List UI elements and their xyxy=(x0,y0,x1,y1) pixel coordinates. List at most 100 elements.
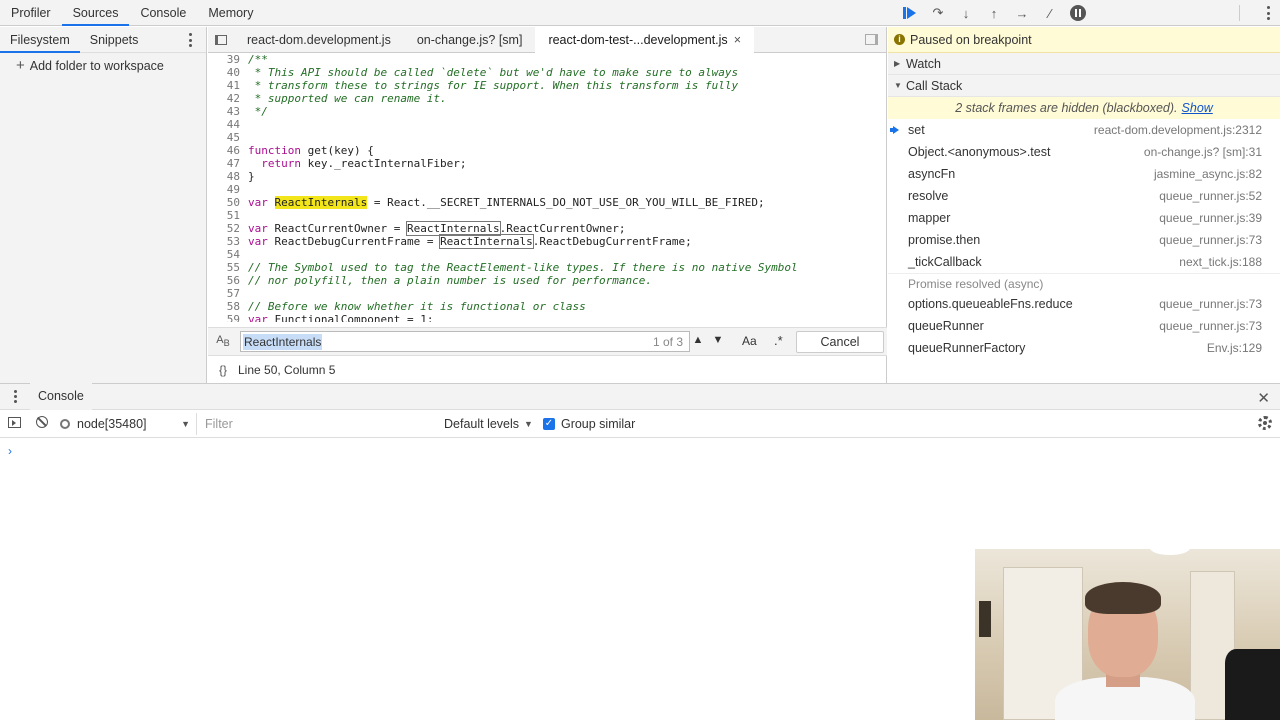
tab-sources[interactable]: Sources xyxy=(61,0,130,26)
frame-location[interactable]: react-dom.development.js:2312 xyxy=(1094,123,1262,137)
next-match-icon[interactable]: ▼ xyxy=(710,334,726,350)
file-tab-active[interactable]: react-dom-test-...development.js × xyxy=(535,26,754,53)
tab-profiler[interactable]: Profiler xyxy=(0,0,62,26)
step-over-icon[interactable]: ↷ xyxy=(924,0,952,26)
line-number[interactable]: 55 xyxy=(208,261,240,274)
frame-location[interactable]: queue_runner.js:52 xyxy=(1159,189,1262,203)
deactivate-breakpoints-icon[interactable]: ∕ xyxy=(1036,0,1064,26)
frame-location[interactable]: jasmine_async.js:82 xyxy=(1154,167,1262,181)
line-number[interactable]: 42 xyxy=(208,92,240,105)
search-input[interactable]: ReactInternals 1 of 3 xyxy=(240,331,690,352)
log-levels-dropdown[interactable]: Default levels ▼ xyxy=(444,417,533,431)
show-blackboxed-link[interactable]: Show xyxy=(1182,101,1213,115)
pause-on-exceptions-icon[interactable] xyxy=(1064,0,1092,26)
tab-filesystem[interactable]: Filesystem xyxy=(0,27,80,53)
toggle-navigator-icon[interactable] xyxy=(208,27,234,53)
tab-snippets[interactable]: Snippets xyxy=(80,27,149,53)
line-number[interactable]: 40 xyxy=(208,66,240,79)
resume-icon[interactable] xyxy=(896,0,924,26)
call-frame[interactable]: mapper queue_runner.js:39 xyxy=(888,207,1280,229)
console-filter-input[interactable]: Filter xyxy=(196,412,436,435)
line-number[interactable]: 57 xyxy=(208,287,240,300)
code-token: ReactDebugCurrentFrame = xyxy=(267,235,441,248)
line-number[interactable]: 51 xyxy=(208,209,240,222)
call-frame[interactable]: resolve queue_runner.js:52 xyxy=(888,185,1280,207)
clear-console-icon[interactable] xyxy=(28,416,56,431)
code-line: 48} xyxy=(208,170,887,183)
call-frame[interactable]: Object.<anonymous>.test on-change.js? [sm… xyxy=(888,141,1280,163)
cancel-search-button[interactable]: Cancel xyxy=(796,331,884,353)
replace-toggle-icon[interactable]: AB xyxy=(208,334,238,348)
tab-console[interactable]: Console xyxy=(129,0,197,26)
code-area[interactable]: 39/** 40 * This API should be called `del… xyxy=(208,53,887,322)
line-number[interactable]: 39 xyxy=(208,53,240,66)
show-sidebar-icon[interactable] xyxy=(0,416,28,431)
step-icon[interactable]: → xyxy=(1008,0,1036,26)
code-token: * supported we can rename it. xyxy=(248,92,447,105)
frame-location[interactable]: queue_runner.js:73 xyxy=(1159,319,1262,333)
current-frame-arrow-icon xyxy=(890,126,899,134)
line-number[interactable]: 43 xyxy=(208,105,240,118)
line-number[interactable]: 54 xyxy=(208,248,240,261)
close-tab-icon[interactable]: × xyxy=(734,33,741,47)
line-number[interactable]: 53 xyxy=(208,235,240,248)
group-similar-checkbox[interactable]: ✓ Group similar xyxy=(542,417,635,431)
regex-toggle[interactable]: .* xyxy=(774,333,783,348)
add-folder-label: Add folder to workspace xyxy=(29,59,164,73)
line-number[interactable]: 47 xyxy=(208,157,240,170)
console-prompt[interactable]: › xyxy=(8,444,12,458)
drawer-tab-console[interactable]: Console xyxy=(30,383,92,410)
code-text: /** xyxy=(248,53,268,66)
line-number[interactable]: 48 xyxy=(208,170,240,183)
console-settings-gear-icon[interactable] xyxy=(1258,416,1272,430)
previous-match-icon[interactable]: ▲ xyxy=(690,334,706,350)
call-frame-selected[interactable]: set react-dom.development.js:2312 xyxy=(888,119,1280,141)
file-tab[interactable]: on-change.js? [sm] xyxy=(404,27,536,53)
navigator-menu-icon[interactable] xyxy=(188,33,192,47)
call-frame[interactable]: options.queueableFns.reduce queue_runner.… xyxy=(888,293,1280,315)
frame-location[interactable]: Env.js:129 xyxy=(1207,341,1262,355)
line-number[interactable]: 58 xyxy=(208,300,240,313)
line-number[interactable]: 41 xyxy=(208,79,240,92)
line-number[interactable]: 50 xyxy=(208,196,240,209)
line-number[interactable]: 45 xyxy=(208,131,240,144)
call-frame[interactable]: queueRunner queue_runner.js:73 xyxy=(888,315,1280,337)
pretty-print-icon[interactable]: {} xyxy=(208,363,238,377)
close-drawer-icon[interactable]: ✕ xyxy=(1257,389,1270,407)
line-number[interactable]: 49 xyxy=(208,183,240,196)
line-number[interactable]: 56 xyxy=(208,274,240,287)
line-number[interactable]: 59 xyxy=(208,313,240,322)
code-line: 56 // nor polyfill, then a plain number i… xyxy=(208,274,887,287)
code-text: // Before we know whether it is function… xyxy=(248,300,586,313)
line-number[interactable]: 46 xyxy=(208,144,240,157)
call-frame[interactable]: asyncFn jasmine_async.js:82 xyxy=(888,163,1280,185)
frame-location[interactable]: on-change.js? [sm]:31 xyxy=(1144,145,1262,159)
step-out-icon[interactable]: ↑ xyxy=(980,0,1008,26)
call-stack-section-header[interactable]: ▼ Call Stack xyxy=(888,75,1280,97)
log-levels-label: Default levels xyxy=(444,416,520,431)
call-frame[interactable]: queueRunnerFactory Env.js:129 xyxy=(888,337,1280,359)
toggle-debugger-icon[interactable] xyxy=(865,34,878,45)
frame-location[interactable]: next_tick.js:188 xyxy=(1179,255,1262,269)
call-frame[interactable]: promise.then queue_runner.js:73 xyxy=(888,229,1280,251)
code-line: 49 xyxy=(208,183,887,196)
tab-memory[interactable]: Memory xyxy=(197,0,264,26)
execution-context-select[interactable]: node[35480] ▼ xyxy=(56,417,196,431)
step-into-icon[interactable]: ↓ xyxy=(952,0,980,26)
code-line: 45 xyxy=(208,131,887,144)
dropdown-caret-icon: ▼ xyxy=(524,418,533,429)
drawer-header: Console ✕ xyxy=(0,383,1280,410)
drawer-menu-icon[interactable] xyxy=(0,390,30,403)
frame-location[interactable]: queue_runner.js:39 xyxy=(1159,211,1262,225)
frame-location[interactable]: queue_runner.js:73 xyxy=(1159,297,1262,311)
add-folder-button[interactable]: + Add folder to workspace xyxy=(0,53,206,79)
code-line: 51 xyxy=(208,209,887,222)
match-case-toggle[interactable]: Aa xyxy=(742,334,757,348)
file-tab[interactable]: react-dom.development.js xyxy=(234,27,404,53)
call-frame[interactable]: _tickCallback next_tick.js:188 xyxy=(888,251,1280,273)
frame-location[interactable]: queue_runner.js:73 xyxy=(1159,233,1262,247)
line-number[interactable]: 44 xyxy=(208,118,240,131)
line-number[interactable]: 52 xyxy=(208,222,240,235)
search-bar: AB ReactInternals 1 of 3 ▲ ▼ Aa .* Cance… xyxy=(208,327,887,355)
watch-section-header[interactable]: ▶ Watch xyxy=(888,53,1280,75)
